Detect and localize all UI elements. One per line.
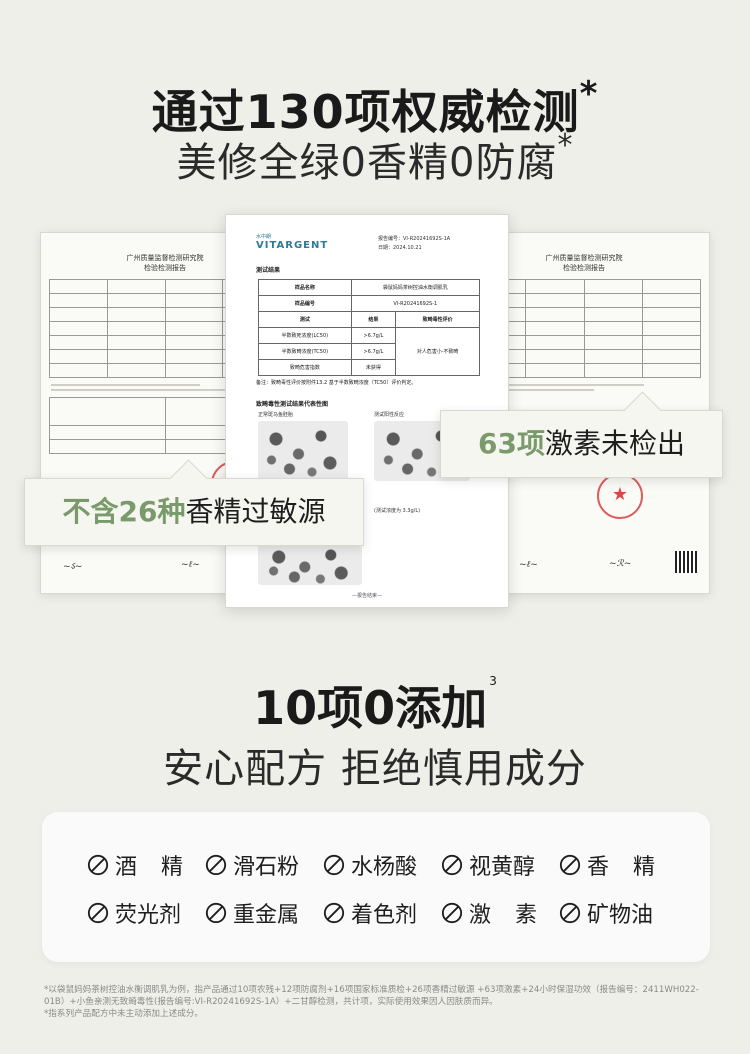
microscope-image [258,421,348,481]
free-from-item: 酒精 [87,849,205,881]
free-from-item: 矿物油 [559,900,677,928]
free-from-item: 激素 [441,897,559,929]
free-from-item: 香精 [559,849,677,881]
page: 通过130项权威检测* 美修全绿0香精0防腐* 广州质量监督检测研究院 检验检测… [0,0,750,1054]
image-label-concentration: (测试浓度为 3.3g/L) [374,508,421,514]
report-date-text: 日期：2024.10.21 [378,245,422,251]
prohibited-icon [87,854,109,876]
report-end-mark: —报告结束— [351,593,382,599]
footnotes: *以袋鼠妈妈茶树控油水衡调肌乳为例，指产品通过10项农残+12项防腐剂+16项国… [44,984,716,1020]
brand-name: VITARGENT [256,240,329,251]
section2-subtitle: 安心配方 拒绝慎用成分 [163,746,587,792]
callout-text: 香精过敏源 [185,495,326,528]
callout-fragrance-allergens: 不含26种香精过敏源 [24,478,364,546]
table-cell: 半数致畸浓度(TC50) [258,343,352,360]
free-from-item: 着色剂 [323,900,441,928]
callout-text: 激素未检出 [544,427,685,460]
brand-logo: 水中朗 VITARGENT [256,233,328,251]
image-label-normal: 正常斑马鱼胚胎 [258,412,294,418]
official-stamp-icon: ★ [597,473,643,519]
free-from-label-char: 香 [587,855,610,880]
table-cell: 结果 [350,311,397,328]
report-number: 报告编号：VI-R20241692S-1A 日期：2024.10.21 [378,235,450,253]
report-number-text: 报告编号：VI-R20241692S-1A [378,236,451,242]
free-from-label-char: 激 [469,903,492,928]
brand-cn: 水中朗 [256,234,272,240]
prohibited-icon [441,902,463,924]
table-cell: >6.7g/L [350,327,397,344]
table-cell: 测试 [258,311,352,328]
free-from-item: 视黄醇 [441,852,559,880]
prohibited-icon [441,854,463,876]
signature-image: ~ℛ~ [609,559,632,569]
subheadline: 美修全绿0香精0防腐* [0,128,750,188]
microscope-image [258,545,362,585]
free-from-label: 矿物油 [587,903,654,928]
result-table: 样品名称 袋鼠妈妈茶树控油水衡调肌乳 样品编号 VI-R20241692S-1 … [258,279,481,376]
free-from-label: 荧光剂 [115,903,182,928]
free-from-label-char: 精 [160,855,183,880]
qr-code-icon [675,551,697,573]
section2-title: 10项0添加 3 [0,672,750,738]
section-title-images: 致畸毒性测试结果代表性图 [256,401,329,408]
subheadline-text: 美修全绿0香精0防腐 [176,140,558,186]
image-label-positive: 测试阳性反应 [374,412,405,418]
signature-image: ~ℓ~ [181,560,200,570]
table-cell: 样品名称 [258,279,352,296]
prohibited-icon [559,854,581,876]
subheadline-mark: * [557,128,574,163]
callout-accent: 63项 [478,427,545,460]
callout-accent: 不含26种 [62,495,186,528]
table-cell: VI-R20241692S-1 [350,295,481,312]
table-cell: 袋鼠妈妈茶树控油水衡调肌乳 [350,279,481,296]
free-from-label: 视黄醇 [469,855,536,880]
result-note: 备注：致畸毒性评价按附件13.2 基于半数致畸浓度（TC50）评价判定。 [256,380,417,386]
table-cell: 未获得 [350,359,397,376]
free-from-item: 重金属 [205,900,323,928]
free-from-item: 水杨酸 [323,852,441,880]
free-from-card: 酒精滑石粉 水杨酸 视黄醇香精荧光剂 重金属 着色剂激素矿物油 [42,812,710,962]
free-from-label: 酒精 [115,849,183,881]
footnote: *指系列产品配方中未主动添加上述成分。 [44,1009,203,1019]
free-from-label: 香精 [587,849,655,881]
free-from-label-char: 酒 [115,855,138,880]
table-cell: >6.7g/L [350,343,397,360]
table-cell: 样品编号 [258,295,352,312]
free-from-label: 水杨酸 [351,855,418,880]
section2-title-text: 10项0添加 [253,681,488,735]
free-from-label: 重金属 [233,903,300,928]
free-from-label-char: 素 [514,903,537,928]
free-from-label: 滑石粉 [233,855,300,880]
headline-mark: * [579,74,599,114]
table-cell: 半数致死浓度(LC50) [258,327,352,344]
table-cell: 致畸毒性评价 [395,311,480,328]
section2-title-mark: 3 [489,674,497,688]
prohibited-icon [205,854,227,876]
signature-image: ~ऽ~ [63,562,83,572]
signature-image: ~ℓ~ [519,560,538,570]
prohibited-icon [205,902,227,924]
prohibited-icon [87,902,109,924]
prohibited-icon [323,902,345,924]
table-cell: 致畸危害指数 [258,359,352,376]
free-from-label: 着色剂 [351,903,418,928]
free-from-item: 荧光剂 [87,900,205,928]
prohibited-icon [323,854,345,876]
footnote: *以袋鼠妈妈茶树控油水衡调肌乳为例，指产品通过10项农残+12项防腐剂+16项国… [44,985,699,1007]
section-title-result: 测试结果 [256,267,281,274]
table-cell: 对人危害小·不致畸 [395,327,480,376]
callout-hormones: 63项激素未检出 [440,410,723,478]
free-from-grid: 酒精滑石粉 水杨酸 视黄醇香精荧光剂 重金属 着色剂激素矿物油 [87,849,677,929]
free-from-label: 激素 [469,897,537,929]
free-from-item: 滑石粉 [205,852,323,880]
free-from-label-char: 精 [632,855,655,880]
prohibited-icon [559,902,581,924]
